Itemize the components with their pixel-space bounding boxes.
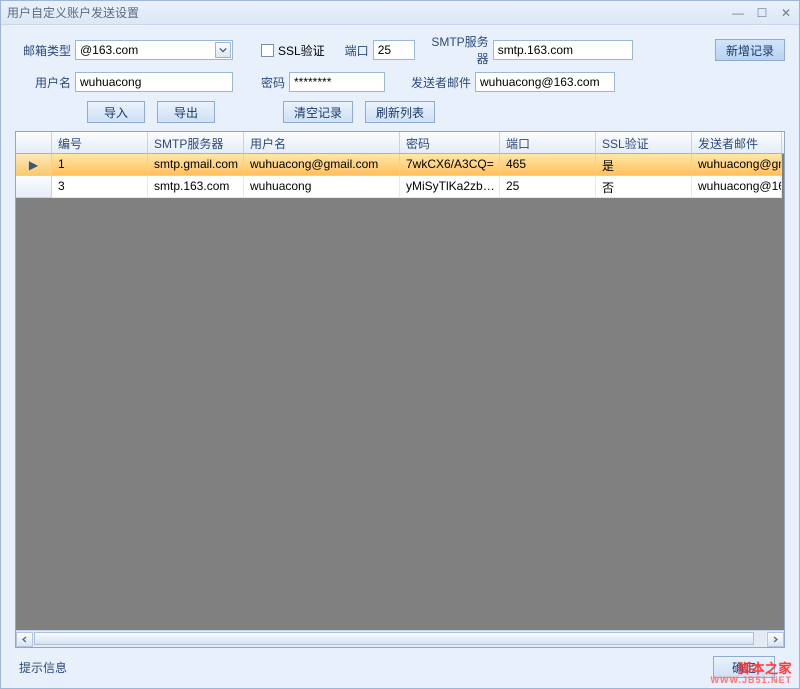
cell: smtp.gmail.com [148,154,244,176]
content-area: 邮箱类型 @163.com SSL验证 端口 SMTP服务器 新增记录 [1,25,799,688]
clear-button[interactable]: 清空记录 [283,101,353,123]
password-input[interactable] [289,72,385,92]
cell: 是 [596,154,692,176]
mail-type-label: 邮箱类型 [15,42,71,59]
mail-type-value: @163.com [80,43,138,57]
row-marker [16,176,52,198]
cell: 25 [500,176,596,198]
sender-label: 发送者邮件 [397,74,471,91]
footer: 提示信息 确定 [15,648,785,680]
cell: wuhuacong@163 [692,176,782,198]
grid-body: ▶1smtp.gmail.comwuhuacong@gmail.com7wkCX… [16,154,784,630]
cell: 3 [52,176,148,198]
username-input[interactable] [75,72,233,92]
col-header-sender[interactable]: 发送者邮件 [692,132,782,153]
col-header-port[interactable]: 端口 [500,132,596,153]
sender-input[interactable] [475,72,615,92]
cell: 465 [500,154,596,176]
cell: yMiSyTlKa2zb… [400,176,500,198]
col-header-smtp[interactable]: SMTP服务器 [148,132,244,153]
row-header-spacer [16,132,52,153]
col-header-ssl[interactable]: SSL验证 [596,132,692,153]
cell: 否 [596,176,692,198]
cell: 1 [52,154,148,176]
cell: wuhuacong [244,176,400,198]
cell: 7wkCX6/A3CQ= [400,154,500,176]
app-window: 用户自定义账户发送设置 — ☐ ✕ 邮箱类型 @163.com SSL验证 [0,0,800,689]
port-label: 端口 [337,42,369,59]
col-header-pass[interactable]: 密码 [400,132,500,153]
port-input[interactable] [373,40,415,60]
col-header-id[interactable]: 编号 [52,132,148,153]
data-grid[interactable]: 编号 SMTP服务器 用户名 密码 端口 SSL验证 发送者邮件 ▶1smtp.… [15,131,785,648]
window-title: 用户自定义账户发送设置 [7,4,139,21]
form-area: 邮箱类型 @163.com SSL验证 端口 SMTP服务器 新增记录 [15,37,785,131]
cell: wuhuacong@gma [692,154,782,176]
hint-label: 提示信息 [19,659,67,676]
import-button[interactable]: 导入 [87,101,145,123]
export-button[interactable]: 导出 [157,101,215,123]
grid-header: 编号 SMTP服务器 用户名 密码 端口 SSL验证 发送者邮件 [16,132,784,154]
scroll-right-arrow-icon[interactable] [767,632,784,647]
smtp-input[interactable] [493,40,633,60]
toolbar: 导入 导出 清空记录 刷新列表 [87,101,785,123]
maximize-button[interactable]: ☐ [755,6,769,20]
minimize-button[interactable]: — [731,6,745,20]
password-label: 密码 [255,74,285,91]
scroll-left-arrow-icon[interactable] [16,632,33,647]
smtp-label: SMTP服务器 [427,33,489,67]
refresh-button[interactable]: 刷新列表 [365,101,435,123]
scroll-track[interactable] [34,632,766,647]
chevron-down-icon[interactable] [215,42,231,58]
titlebar: 用户自定义账户发送设置 — ☐ ✕ [1,1,799,25]
window-controls: — ☐ ✕ [731,6,793,20]
close-button[interactable]: ✕ [779,6,793,20]
ok-button[interactable]: 确定 [713,656,775,678]
ssl-checkbox[interactable] [261,44,274,57]
ssl-label: SSL验证 [278,42,325,59]
row-marker: ▶ [16,154,52,176]
table-row[interactable]: 3smtp.163.comwuhuacongyMiSyTlKa2zb…25否wu… [16,176,784,198]
username-label: 用户名 [15,74,71,91]
scroll-thumb[interactable] [34,632,754,645]
horizontal-scrollbar[interactable] [16,630,784,647]
mail-type-combo[interactable]: @163.com [75,40,233,60]
cell: wuhuacong@gmail.com [244,154,400,176]
table-row[interactable]: ▶1smtp.gmail.comwuhuacong@gmail.com7wkCX… [16,154,784,176]
add-record-button[interactable]: 新增记录 [715,39,785,61]
cell: smtp.163.com [148,176,244,198]
col-header-user[interactable]: 用户名 [244,132,400,153]
